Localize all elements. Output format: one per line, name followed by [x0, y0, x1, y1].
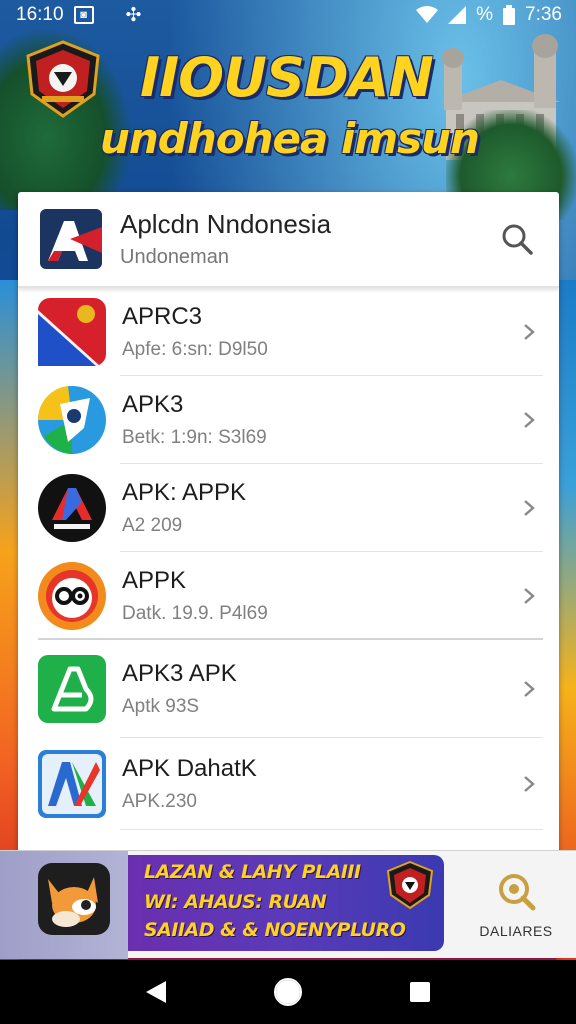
app-list: APRC3 Apfe: 6:sn: D9l50 APK3 Betk: 1:9n:…: [18, 288, 559, 830]
app-meta: APK.230: [122, 791, 197, 812]
app-meta: A2 209: [122, 515, 183, 536]
status-time-right: 7:36: [525, 4, 562, 25]
chevron-right-icon: [524, 324, 535, 340]
notification-icon: ✣: [125, 4, 142, 26]
chevron-right-icon: [524, 500, 535, 516]
app-name: APK DahatK: [122, 755, 257, 782]
search-button[interactable]: [495, 217, 539, 261]
ad-right-label: DALIARES: [479, 923, 553, 939]
app-list-card: Aplcdn Nndonesia Undoneman APRC3 Apfe: 6…: [18, 192, 559, 958]
app-list-item[interactable]: APPK Datk. 19.9. P4l69: [18, 552, 559, 640]
search-icon: [502, 224, 533, 255]
recents-icon: [410, 982, 430, 1002]
back-button[interactable]: [136, 972, 176, 1012]
battery-icon: [503, 5, 516, 25]
card-subtitle: Undoneman: [120, 246, 229, 268]
green-a-app-icon: [38, 655, 106, 723]
home-icon: [274, 978, 302, 1006]
battery-percent: %: [476, 4, 494, 25]
apkop-app-icon: [38, 474, 106, 542]
status-time-left: 16:10: [16, 4, 64, 25]
app-meta: Betk: 1:9n: S3l69: [122, 427, 267, 448]
app-list-item[interactable]: APK: APPK A2 209: [18, 464, 559, 552]
card-title: Aplcdn Nndonesia: [120, 209, 332, 239]
ad-headline: LAZAN & LAHY PLAIII: [144, 861, 361, 883]
app-name: APRC3: [122, 303, 203, 330]
app-list-item[interactable]: APK3 APK Aptk 93S: [18, 640, 559, 738]
signal-icon: [448, 6, 467, 24]
app-list-item[interactable]: APK3 Betk: 1:9n: S3l69: [18, 376, 559, 464]
chevron-right-icon: [524, 681, 535, 697]
card-header: Aplcdn Nndonesia Undoneman: [18, 192, 559, 288]
app-name: APK: APPK: [122, 479, 247, 506]
ad-strip: LAZAN & LAHY PLAIII WI: AHAUS: RUAN SAII…: [0, 850, 576, 959]
chevron-right-icon: [524, 776, 535, 792]
flag-app-icon: [38, 298, 106, 366]
chevron-right-icon: [524, 412, 535, 428]
hero-title: IIOUSDAN: [140, 46, 434, 109]
ad-subline: WI: AHAUS: RUAN: [144, 891, 327, 913]
ax-app-icon: [38, 750, 106, 818]
a-logo-icon: [40, 209, 102, 269]
app-meta: Datk. 19.9. P4l69: [122, 603, 268, 624]
app-name: APK3 APK: [122, 660, 237, 687]
wifi-icon: [416, 6, 439, 23]
ad-info-button[interactable]: DALIARES: [456, 851, 576, 959]
app-name: APPK: [122, 567, 187, 594]
ad-search-icon: [499, 874, 536, 911]
app-list-item[interactable]: APK DahatK APK.230: [18, 738, 559, 830]
screenshot-icon: ◙: [73, 6, 94, 24]
ad-emblem-icon: [386, 861, 434, 909]
ad-tagline: SAIIAD & & NOENYPLURO: [144, 919, 406, 941]
home-button[interactable]: [268, 972, 308, 1012]
chevron-right-icon: [524, 588, 535, 604]
owl-app-icon: [38, 562, 106, 630]
shield-app-icon: [38, 386, 106, 454]
app-list-item[interactable]: APRC3 Apfe: 6:sn: D9l50: [18, 288, 559, 376]
status-bar: 16:10 ◙ ✣ % 7:36: [0, 0, 576, 30]
system-nav-bar: [0, 960, 576, 1024]
ad-banner[interactable]: LAZAN & LAHY PLAIII WI: AHAUS: RUAN SAII…: [128, 855, 444, 951]
fox-app-icon[interactable]: [38, 863, 110, 935]
recents-button[interactable]: [400, 972, 440, 1012]
app-name: APK3: [122, 391, 184, 418]
app-meta: Aptk 93S: [122, 696, 200, 717]
emblem-logo: [26, 40, 100, 118]
app-meta: Apfe: 6:sn: D9l50: [122, 339, 268, 360]
hero-subtitle: undhohea imsun: [100, 114, 480, 163]
back-icon: [146, 981, 166, 1003]
